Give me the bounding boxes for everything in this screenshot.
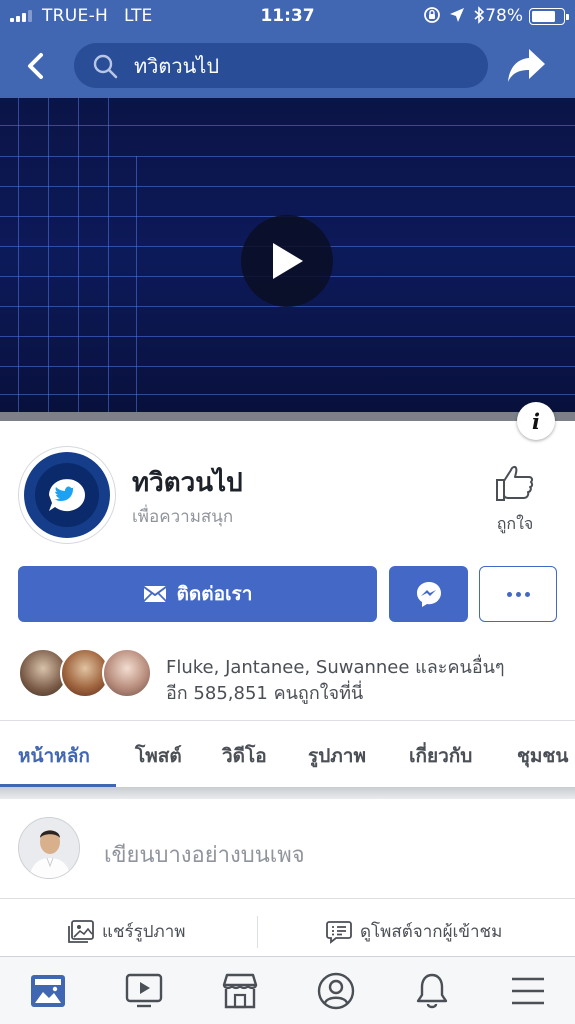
cover-grid-line (0, 125, 575, 126)
orientation-lock-icon (424, 7, 440, 23)
bluetooth-icon (474, 6, 485, 24)
contact-us-button[interactable]: ติดต่อเรา (18, 566, 377, 622)
share-photo-button[interactable]: แชร์รูปภาพ (68, 918, 186, 945)
nav-marketplace[interactable] (218, 971, 262, 1011)
search-icon (93, 54, 118, 79)
cover-grid-line (136, 156, 137, 421)
top-bar: TRUE-H LTE 11:37 78% (0, 0, 575, 98)
bottom-navigation (0, 956, 575, 1024)
photo-icon (68, 919, 94, 943)
contact-us-label: ติดต่อเรา (176, 583, 253, 605)
cover-grid-line (0, 336, 575, 337)
avatar (102, 648, 152, 698)
cover-grid-line (0, 186, 575, 187)
play-button[interactable] (241, 215, 333, 307)
battery-percent: 78% (485, 6, 523, 26)
visitor-posts-button[interactable]: ดูโพสต์จากผู้เข้าชม (326, 918, 502, 945)
battery-icon (529, 8, 569, 25)
like-page-button[interactable]: ถูกใจ (478, 464, 552, 542)
news-feed-icon (31, 975, 65, 1007)
status-bar: TRUE-H LTE 11:37 78% (0, 0, 575, 32)
composer-input[interactable]: เขียนบางอย่างบนเพจ (104, 837, 305, 872)
twitter-bird-icon (49, 479, 85, 512)
back-button[interactable] (20, 48, 50, 84)
marketplace-icon (222, 973, 258, 1009)
divider (257, 916, 258, 948)
menu-icon (512, 977, 544, 1005)
play-icon (273, 243, 303, 279)
tab-posts[interactable]: โพสต์ (135, 741, 182, 771)
page-category: เพื่อความสนุก (132, 507, 234, 527)
friends-avatars[interactable] (18, 648, 158, 700)
nav-profile[interactable] (314, 971, 358, 1011)
nav-notifications[interactable] (410, 971, 454, 1011)
post-composer[interactable]: เขียนบางอย่างบนเพจ (0, 799, 575, 899)
composer-actions: แชร์รูปภาพ ดูโพสต์จากผู้เข้าชม (0, 900, 575, 956)
page-likes-count[interactable]: อีก 585,851 คนถูกใจที่นี่ (166, 678, 363, 707)
nav-watch[interactable] (122, 971, 166, 1011)
tab-home[interactable]: หน้าหลัก (18, 741, 90, 771)
share-button[interactable] (507, 47, 547, 85)
more-dots-icon (506, 591, 530, 597)
cover-grid-line (48, 98, 49, 421)
messenger-icon (416, 582, 441, 607)
tab-videos[interactable]: วิดีโอ (222, 741, 267, 771)
page-profile-picture[interactable] (18, 446, 116, 544)
cover-grid-line (78, 98, 79, 421)
nav-news-feed[interactable] (26, 971, 70, 1011)
avatar (18, 817, 80, 879)
cover-grid-line (108, 98, 109, 421)
cover-grid-line (0, 366, 575, 367)
cover-grid-line (0, 394, 575, 395)
comment-lines-icon (326, 920, 352, 944)
search-bar[interactable] (74, 43, 488, 88)
like-label: ถูกใจ (496, 514, 534, 533)
cover-video[interactable] (0, 98, 575, 421)
share-photo-label: แชร์รูปภาพ (102, 922, 186, 942)
search-input[interactable] (134, 49, 464, 82)
info-icon: i (532, 408, 540, 434)
share-icon (508, 49, 545, 82)
thumbs-up-icon (496, 465, 534, 501)
tab-community[interactable]: ชุมชน (517, 741, 568, 771)
cover-grid-line (18, 98, 19, 421)
messenger-button[interactable] (389, 566, 468, 622)
nav-menu[interactable] (506, 971, 550, 1011)
back-arrow-icon (28, 53, 43, 79)
visitor-posts-label: ดูโพสต์จากผู้เข้าชม (360, 922, 503, 942)
video-progress-bar[interactable] (0, 412, 575, 421)
tab-about[interactable]: เกี่ยวกับ (409, 741, 472, 771)
tab-photos[interactable]: รูปภาพ (308, 741, 366, 771)
profile-icon (317, 972, 355, 1010)
page-tabs: หน้าหลัก โพสต์ วิดีโอ รูปภาพ เกี่ยวกับ ช… (0, 721, 575, 787)
watch-icon (125, 973, 163, 1008)
friends-like-text[interactable]: Fluke, Jantanee, Suwannee และคนอื่นๆ (166, 652, 505, 681)
location-arrow-icon (450, 8, 464, 22)
envelope-icon (143, 586, 167, 602)
more-options-button[interactable] (479, 566, 557, 622)
section-separator (0, 787, 575, 799)
cover-grid-line (0, 156, 575, 157)
page-title[interactable]: ทวิตวนไป (132, 462, 243, 503)
notifications-icon (416, 973, 448, 1009)
user-photo (19, 818, 79, 878)
info-button[interactable]: i (517, 402, 555, 440)
